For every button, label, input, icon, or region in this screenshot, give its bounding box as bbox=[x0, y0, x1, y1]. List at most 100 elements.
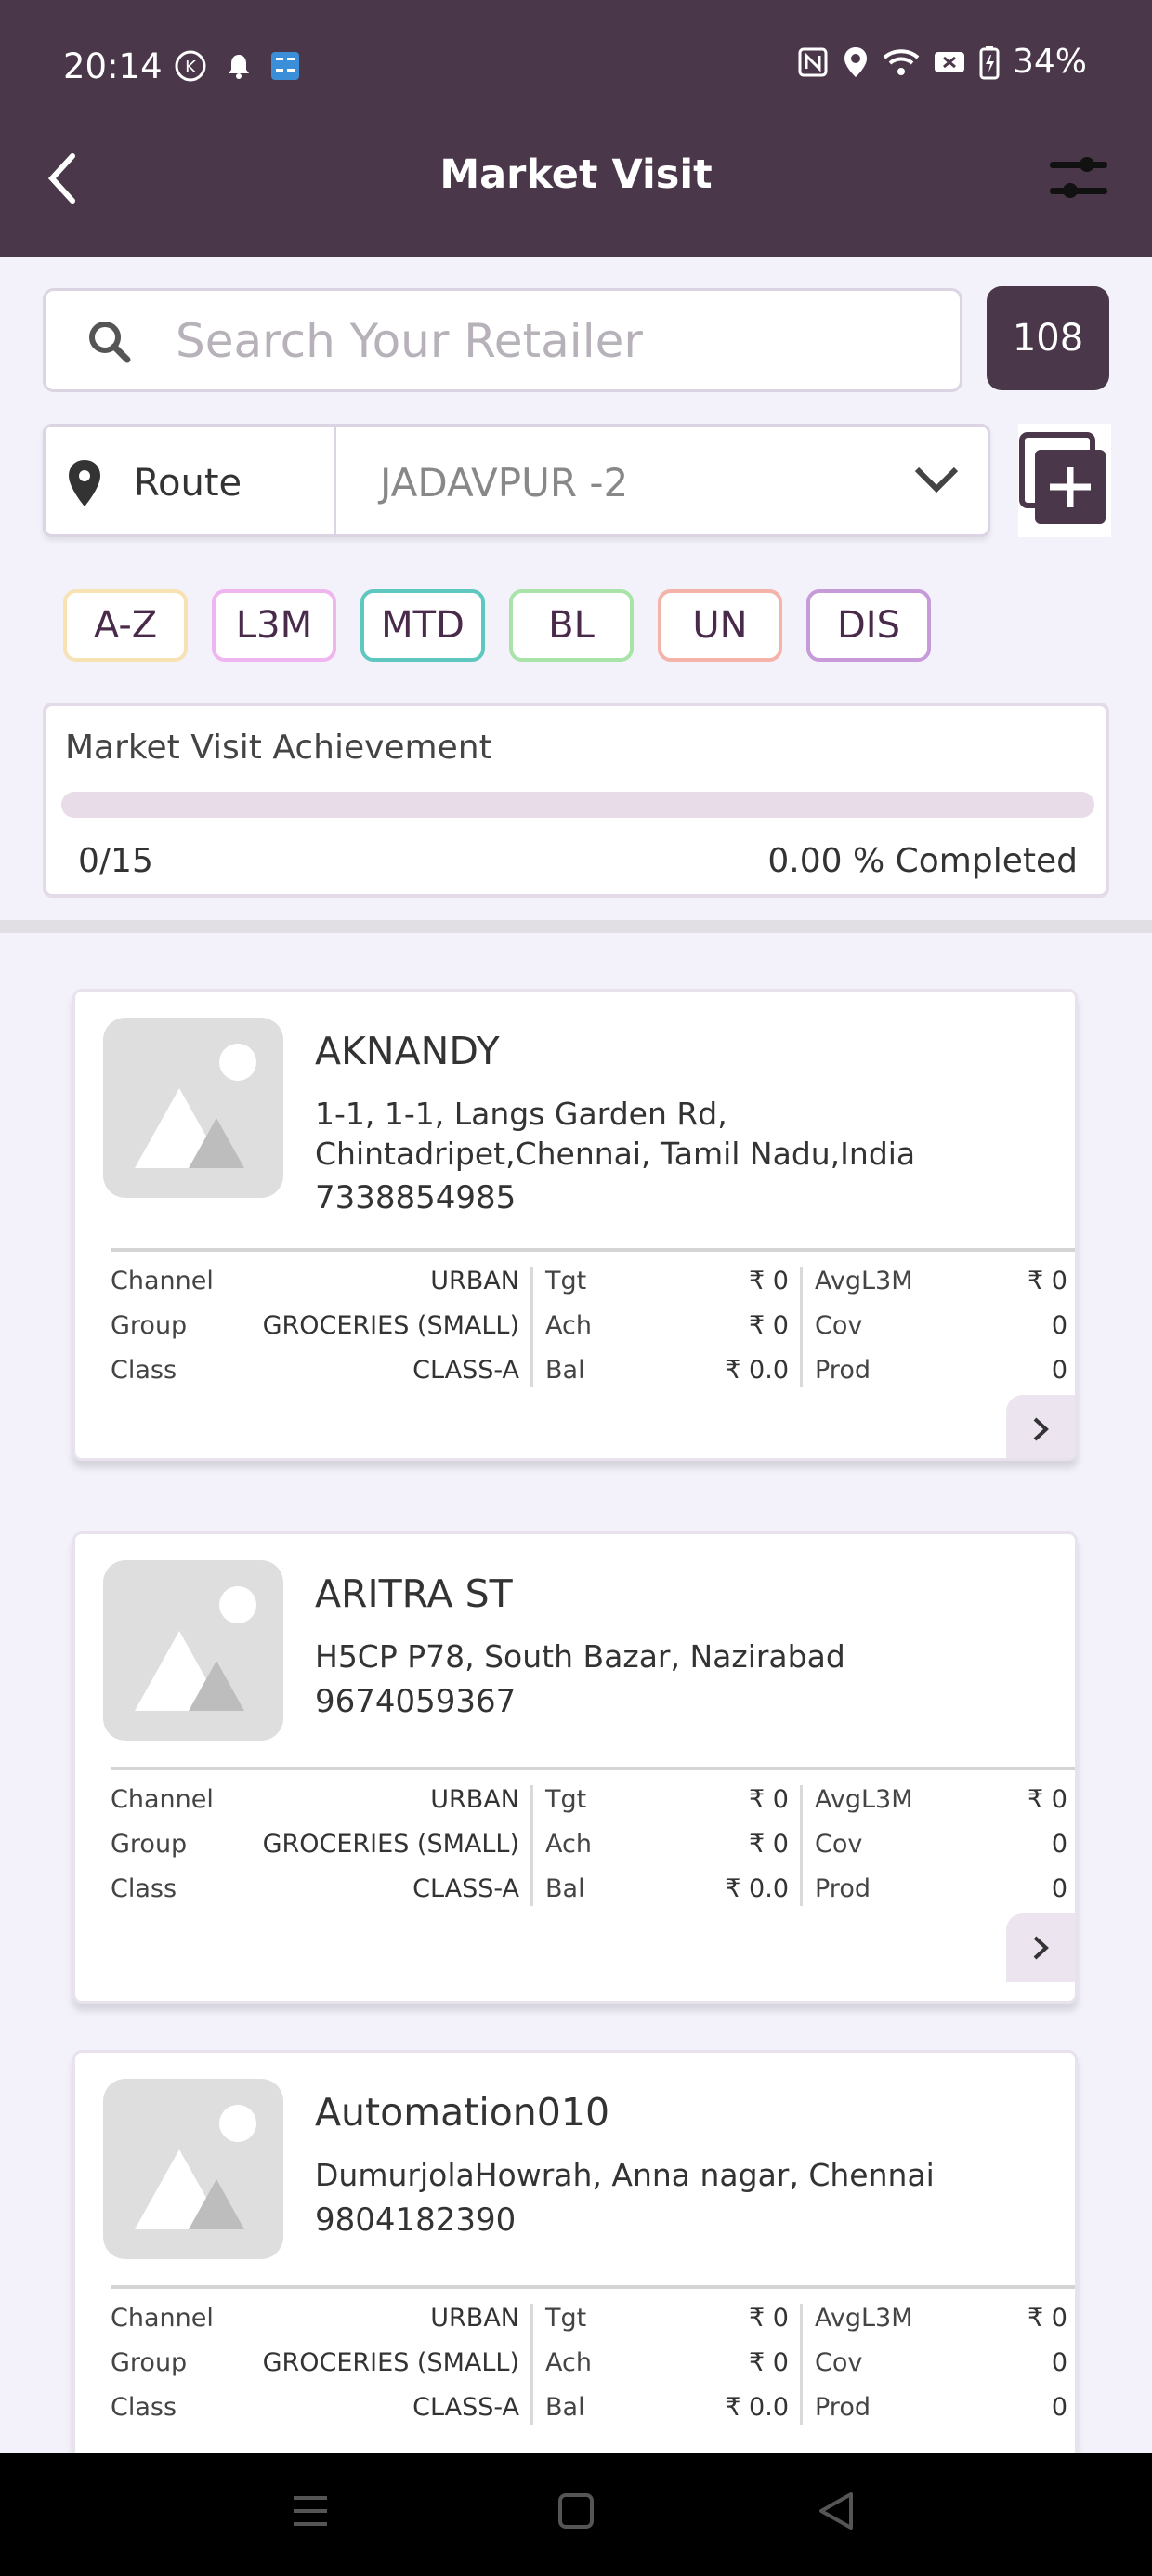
filter-chips: A-Z L3M MTD BL UN DIS bbox=[63, 589, 931, 662]
search-box[interactable] bbox=[43, 288, 962, 392]
retailer-address: H5CP P78, South Bazar, Nazirabad bbox=[315, 1638, 845, 1675]
class-value: CLASS-A bbox=[412, 1356, 519, 1385]
class-value: CLASS-A bbox=[412, 2393, 519, 2422]
ach-value: ₹ 0 bbox=[749, 1830, 789, 1859]
status-bar: 20:14 K 34% bbox=[0, 0, 1152, 139]
chip-a-z[interactable]: A-Z bbox=[63, 589, 188, 662]
group-value: GROCERIES (SMALL) bbox=[262, 1311, 519, 1340]
wifi-icon bbox=[883, 48, 920, 75]
prod-value: 0 bbox=[1051, 2393, 1067, 2422]
chip-label: A-Z bbox=[93, 604, 158, 647]
chip-dis[interactable]: DIS bbox=[806, 589, 931, 662]
filter-sliders-icon[interactable] bbox=[1048, 151, 1109, 208]
channel-value: URBAN bbox=[430, 2304, 519, 2333]
retailer-phone: 7338854985 bbox=[315, 1179, 517, 1216]
chip-bl[interactable]: BL bbox=[509, 589, 634, 662]
cov-label: Cov bbox=[815, 1311, 863, 1340]
status-time: 20:14 bbox=[63, 46, 163, 86]
tgt-label: Tgt bbox=[545, 1267, 587, 1295]
column-divider bbox=[530, 1785, 533, 1906]
class-label: Class bbox=[111, 2393, 177, 2422]
tgt-value: ₹ 0 bbox=[749, 2304, 789, 2333]
open-retailer-button[interactable] bbox=[1006, 1913, 1075, 1982]
column-divider bbox=[530, 2304, 533, 2425]
sim-off-icon bbox=[934, 51, 964, 72]
retailer-name: Automation010 bbox=[315, 2090, 610, 2135]
svg-text:K: K bbox=[185, 58, 197, 77]
battery-icon bbox=[979, 45, 1000, 79]
battery-percent: 34% bbox=[1012, 43, 1087, 81]
chevron-down-icon[interactable] bbox=[913, 464, 960, 495]
channel-label: Channel bbox=[111, 1267, 214, 1295]
chip-un[interactable]: UN bbox=[658, 589, 782, 662]
calculator-app-icon bbox=[271, 52, 299, 80]
location-icon bbox=[844, 46, 867, 77]
chip-label: MTD bbox=[381, 604, 465, 647]
add-copy-icon bbox=[1019, 432, 1106, 524]
group-label: Group bbox=[111, 1830, 188, 1859]
column-divider bbox=[800, 2304, 803, 2425]
route-selector[interactable]: Route JADAVPUR -2 bbox=[43, 424, 990, 537]
card-divider bbox=[111, 1767, 1075, 1770]
route-divider bbox=[334, 427, 336, 534]
bal-label: Bal bbox=[545, 2393, 585, 2422]
open-retailer-button[interactable] bbox=[1006, 1395, 1075, 1458]
retailer-card[interactable]: ARITRA ST H5CP P78, South Bazar, Nazirab… bbox=[72, 1531, 1078, 2004]
cov-value: 0 bbox=[1051, 2348, 1067, 2377]
prod-label: Prod bbox=[815, 2393, 871, 2422]
top-bar: 20:14 K 34% Market Visit bbox=[0, 0, 1152, 257]
chip-mtd[interactable]: MTD bbox=[360, 589, 485, 662]
channel-value: URBAN bbox=[430, 1267, 519, 1295]
retailer-card[interactable]: Automation010 DumurjolaHowrah, Anna naga… bbox=[72, 2050, 1078, 2522]
achievement-card: Market Visit Achievement 0/15 0.00 % Com… bbox=[43, 703, 1109, 898]
chevron-right-icon bbox=[1033, 1936, 1049, 1960]
k-app-icon: K bbox=[175, 50, 206, 82]
achievement-percent: 0.00 % Completed bbox=[767, 842, 1078, 880]
tgt-value: ₹ 0 bbox=[749, 1785, 789, 1814]
bal-value: ₹ 0.0 bbox=[725, 2393, 789, 2422]
bal-value: ₹ 0.0 bbox=[725, 1356, 789, 1385]
nfc-icon bbox=[798, 47, 828, 76]
chip-l3m[interactable]: L3M bbox=[212, 589, 336, 662]
retailer-phone: 9674059367 bbox=[315, 1683, 517, 1720]
retailer-name: AKNANDY bbox=[315, 1029, 500, 1073]
system-nav-bar bbox=[0, 2453, 1152, 2576]
avgl3m-value: ₹ 0 bbox=[1028, 2304, 1067, 2333]
channel-label: Channel bbox=[111, 1785, 214, 1814]
retailer-name: ARITRA ST bbox=[315, 1571, 513, 1616]
back-nav-icon[interactable] bbox=[818, 2491, 855, 2531]
section-divider bbox=[0, 920, 1152, 933]
cov-label: Cov bbox=[815, 1830, 863, 1859]
retailer-address: DumurjolaHowrah, Anna nagar, Chennai bbox=[315, 2157, 935, 2193]
class-value: CLASS-A bbox=[412, 1874, 519, 1903]
group-label: Group bbox=[111, 2348, 188, 2377]
retailer-card[interactable]: AKNANDY 1-1, 1-1, Langs Garden Rd, Chint… bbox=[72, 989, 1078, 1461]
retailer-image-placeholder-icon bbox=[103, 1018, 283, 1198]
retailer-phone: 9804182390 bbox=[315, 2201, 517, 2239]
bal-value: ₹ 0.0 bbox=[725, 1874, 789, 1903]
retailer-image-placeholder-icon bbox=[103, 1560, 283, 1741]
group-value: GROCERIES (SMALL) bbox=[262, 2348, 519, 2377]
avgl3m-label: AvgL3M bbox=[815, 1785, 913, 1814]
retailer-address: 1-1, 1-1, Langs Garden Rd, Chintadripet,… bbox=[315, 1096, 916, 1172]
column-divider bbox=[800, 1267, 803, 1387]
prod-label: Prod bbox=[815, 1356, 871, 1385]
page-title: Market Visit bbox=[439, 151, 713, 198]
recent-apps-icon[interactable] bbox=[290, 2491, 331, 2531]
prod-value: 0 bbox=[1051, 1874, 1067, 1903]
column-divider bbox=[530, 1267, 533, 1387]
notification-bell-icon bbox=[229, 55, 249, 79]
group-value: GROCERIES (SMALL) bbox=[262, 1830, 519, 1859]
cov-label: Cov bbox=[815, 2348, 863, 2377]
home-icon[interactable] bbox=[557, 2491, 595, 2531]
chip-label: UN bbox=[692, 604, 748, 647]
achievement-progress-bar bbox=[61, 792, 1094, 818]
card-divider bbox=[111, 2285, 1075, 2289]
search-input[interactable] bbox=[176, 308, 937, 375]
class-label: Class bbox=[111, 1874, 177, 1903]
add-retailer-button[interactable] bbox=[1018, 424, 1111, 537]
tgt-label: Tgt bbox=[545, 1785, 587, 1814]
group-label: Group bbox=[111, 1311, 188, 1340]
route-value[interactable]: JADAVPUR -2 bbox=[380, 460, 628, 506]
cov-value: 0 bbox=[1051, 1311, 1067, 1340]
